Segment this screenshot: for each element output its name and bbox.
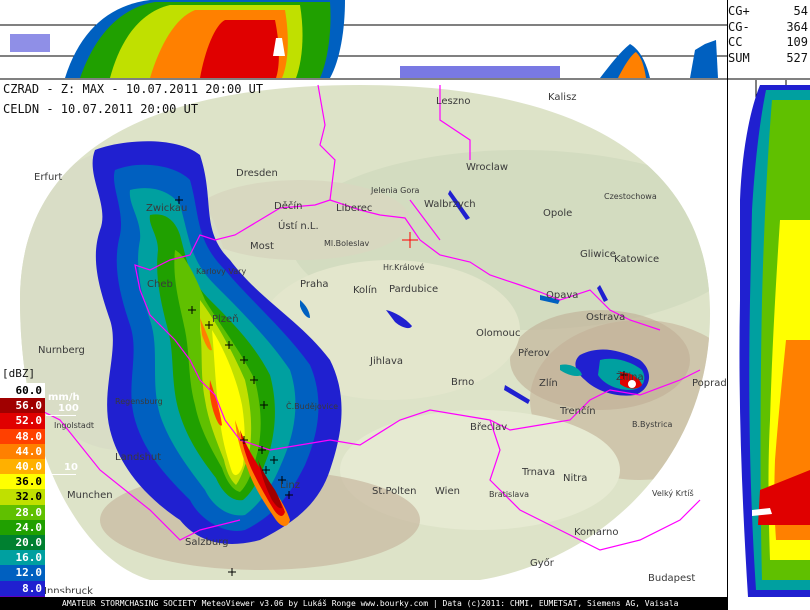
- city-label: Jihlava: [370, 356, 404, 367]
- city-label: Munchen: [67, 490, 113, 501]
- city-label: Gliwice: [580, 249, 616, 260]
- radar-product-title: CZRAD - Z: MAX - 10.07.2011 20:00 UT: [3, 82, 264, 96]
- legend-title: [dBZ]: [2, 367, 36, 380]
- city-label: Praha: [300, 279, 329, 290]
- city-label: Jelenia Gora: [371, 186, 420, 195]
- city-label: Ostrava: [586, 312, 626, 323]
- city-label: Budapest: [648, 573, 696, 584]
- legend-level: 12.0: [0, 565, 45, 581]
- city-label: Hr.Králové: [383, 263, 425, 272]
- legend-level: 24.0: [0, 519, 45, 535]
- legend-level: 60.0: [0, 383, 45, 399]
- city-label: Bratislava: [489, 490, 529, 499]
- city-label: Győr: [530, 558, 554, 569]
- rain-rate-label: 1: [70, 523, 77, 534]
- city-label: Děčín: [274, 201, 303, 212]
- legend-level: 20.0: [0, 535, 45, 551]
- city-label: St.Polten: [372, 486, 417, 497]
- city-label: Opava: [546, 290, 579, 301]
- city-label: Ml.Boleslav: [324, 239, 370, 248]
- rain-rate-label: 0: [58, 581, 65, 592]
- city-label: B.Bystrica: [632, 420, 673, 429]
- rain-rate-tick: [46, 535, 76, 536]
- city-label: Plzeň: [212, 314, 239, 325]
- legend-level: 28.0: [0, 504, 45, 520]
- right-cross-section: [728, 80, 810, 597]
- city-label: Žilina: [616, 372, 644, 383]
- legend-level: 56.0: [0, 398, 45, 414]
- lightning-product-title: CELDN - 10.07.2011 20:00 UT: [3, 102, 199, 116]
- city-label: Regensburg: [115, 397, 163, 406]
- legend-level: 44.0: [0, 443, 45, 459]
- city-label: Salzburg: [185, 537, 229, 548]
- city-label: Poprad: [692, 378, 727, 389]
- city-label: Přerov: [518, 348, 550, 359]
- city-label: Landshut: [115, 452, 162, 463]
- rain-rate-tick: [46, 415, 76, 416]
- city-label: Brno: [451, 377, 475, 388]
- city-label: Opole: [543, 208, 573, 219]
- legend-level: 36.0: [0, 474, 45, 490]
- city-label: Zlín: [539, 378, 558, 389]
- legend-level: 16.0: [0, 550, 45, 566]
- city-label: Č.Budějovice: [286, 402, 339, 411]
- city-label: Katowice: [614, 254, 660, 265]
- city-label: Ingolstadt: [54, 421, 95, 430]
- city-label: Trenčín: [560, 406, 596, 417]
- rain-rate-tick: [46, 593, 76, 594]
- stat-sum: SUM 527: [728, 50, 808, 65]
- city-label: Leszno: [436, 96, 471, 107]
- city-label: Karlovy Vary: [196, 267, 247, 276]
- stat-cg-plus: CG+ 54: [728, 4, 808, 18]
- city-label: Linz: [280, 480, 300, 491]
- city-label: Ústí n.L.: [278, 221, 319, 232]
- city-label: Liberec: [336, 203, 373, 214]
- city-label: Erfurt: [34, 172, 63, 183]
- city-label: Zwickau: [146, 203, 188, 214]
- rain-rate-label: 100: [58, 403, 79, 414]
- legend-level: 48.0: [0, 428, 45, 444]
- stat-cg-minus: CG- 364: [728, 19, 808, 34]
- legend-level: 40.0: [0, 459, 45, 475]
- city-label: Czestochowa: [604, 192, 657, 201]
- city-label: Kalisz: [548, 92, 577, 103]
- rain-rate-label: 10: [64, 462, 78, 473]
- footer-credits: AMATEUR STORMCHASING SOCIETY MeteoViewer…: [0, 597, 728, 610]
- top-cross-section: [0, 0, 728, 78]
- city-label: Most: [250, 241, 274, 252]
- legend-level: 8.0: [0, 580, 45, 596]
- legend-level: 52.0: [0, 413, 45, 429]
- city-label: Komarno: [574, 527, 619, 538]
- city-label: Kolín: [353, 285, 378, 296]
- city-label: Pardubice: [389, 284, 439, 295]
- city-label: Břeclav: [470, 422, 508, 433]
- city-label: Wroclaw: [466, 162, 509, 173]
- city-label: Trnava: [522, 467, 556, 478]
- lightning-stats: CG+ 54 CG- 364 CC 109 SUM 527: [728, 4, 808, 66]
- legend-level: 32.0: [0, 489, 45, 505]
- city-label: Velký Krtíš: [652, 489, 694, 498]
- city-label: Cheb: [147, 279, 173, 290]
- stat-cc: CC 109: [728, 35, 808, 49]
- city-label: Walbrzych: [424, 199, 476, 210]
- city-label: Dresden: [236, 168, 278, 179]
- city-label: Innsbruck: [44, 586, 93, 597]
- rain-rate-tick: [46, 474, 76, 475]
- city-label: Olomouc: [476, 328, 521, 339]
- city-label: Wien: [435, 486, 460, 497]
- rain-rate-unit: mm/h: [48, 392, 80, 403]
- city-label: Nurnberg: [38, 345, 85, 356]
- city-label: Nitra: [563, 473, 588, 484]
